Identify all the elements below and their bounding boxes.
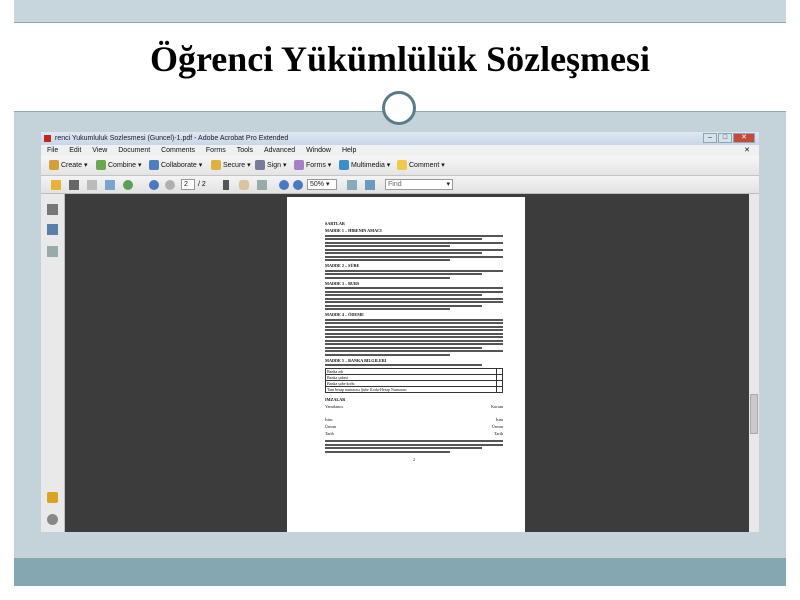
lock-icon xyxy=(211,160,221,171)
fit-width-icon[interactable] xyxy=(347,180,357,190)
acrobat-window: renci Yukumluluk Sozlesmesi (Guncel)-1.p… xyxy=(41,132,759,532)
create-icon xyxy=(49,160,59,171)
select-cursor-icon[interactable] xyxy=(223,180,229,190)
collaborate-button[interactable]: Collaborate ▾ xyxy=(149,160,202,172)
slide-top-bar xyxy=(14,0,786,22)
zoom-in-icon[interactable] xyxy=(293,180,303,190)
menu-advanced[interactable]: Advanced xyxy=(264,147,295,154)
navigation-panel xyxy=(41,194,65,532)
sign-button[interactable]: Sign ▾ xyxy=(255,160,286,172)
zoom-out-icon[interactable] xyxy=(279,180,289,190)
signatures-icon[interactable] xyxy=(47,246,58,257)
marquee-zoom-icon[interactable] xyxy=(257,180,267,190)
menu-window[interactable]: Window xyxy=(306,147,331,154)
menu-tools[interactable]: Tools xyxy=(237,147,253,154)
pages-icon[interactable] xyxy=(47,204,58,215)
combine-button[interactable]: Combine ▾ xyxy=(96,160,141,172)
bank-table: Banka adı Banka şubesi Banka şube kodu T… xyxy=(325,368,504,393)
comments-icon[interactable] xyxy=(47,492,58,503)
circle-ornament xyxy=(382,91,416,125)
next-page-icon[interactable] xyxy=(165,180,175,190)
tasks-toolbar: Create ▾ Combine ▾ Collaborate ▾ Secure … xyxy=(41,156,759,176)
sig-title-right: Ünvan xyxy=(491,424,503,429)
doc-madde-1: MADDE 1 – HIBENIN AMACI xyxy=(325,228,382,233)
multimedia-button[interactable]: Multimedia ▾ xyxy=(339,160,390,172)
navigation-toolbar: 2 / 2 50% ▾ Find ▾ xyxy=(41,176,759,194)
collaborate-icon xyxy=(149,160,159,171)
fit-page-icon[interactable] xyxy=(365,180,375,190)
find-input[interactable]: Find ▾ xyxy=(385,179,453,190)
combine-icon xyxy=(96,160,106,171)
pen-icon xyxy=(255,160,265,171)
bank-row: Tam hesap numarası Şube Kodu-Hesap Numar… xyxy=(325,386,497,393)
sig-date-left: Tarih xyxy=(325,431,334,436)
forms-icon xyxy=(294,160,304,171)
scroll-thumb[interactable] xyxy=(750,394,758,434)
window-titlebar: renci Yukumluluk Sozlesmesi (Guncel)-1.p… xyxy=(41,132,759,145)
open-folder-icon[interactable] xyxy=(51,180,61,190)
window-title: renci Yukumluluk Sozlesmesi (Guncel)-1.p… xyxy=(55,135,289,142)
close-button[interactable]: ✕ xyxy=(733,133,755,143)
doc-header: SARTLAR xyxy=(325,221,345,226)
doc-madde-4: MADDE 4 – ÖDEME xyxy=(325,312,364,317)
email-icon[interactable] xyxy=(105,180,115,190)
doc-madde-2: MADDE 2 – SÜRE xyxy=(325,263,360,268)
slide-title: Öğrenci Yükümlülük Sözleşmesi xyxy=(149,39,651,79)
previous-page-icon[interactable] xyxy=(149,180,159,190)
create-button[interactable]: Create ▾ xyxy=(49,160,87,172)
sig-left-label: Yararlanıcı xyxy=(325,404,344,409)
secure-button[interactable]: Secure ▾ xyxy=(211,160,251,172)
pdf-icon xyxy=(44,135,51,142)
vertical-scrollbar[interactable] xyxy=(749,194,759,532)
doc-madde-3: MADDE 3 – BURS xyxy=(325,280,360,286)
sig-right-label: Kurum xyxy=(491,404,503,409)
page-number-input[interactable]: 2 xyxy=(181,179,195,190)
sig-name-left: İsim xyxy=(325,417,333,422)
share-icon[interactable] xyxy=(123,180,133,190)
menu-document[interactable]: Document xyxy=(118,147,150,154)
minimize-button[interactable]: – xyxy=(703,133,717,143)
sig-date-right: Tarih xyxy=(494,431,503,436)
menu-edit[interactable]: Edit xyxy=(69,147,81,154)
hand-tool-icon[interactable] xyxy=(239,180,249,190)
zoom-select[interactable]: 50% ▾ xyxy=(307,179,337,190)
menu-bar: File Edit View Document Comments Forms T… xyxy=(41,145,759,156)
doc-madde-5: MADDE 5 – BANKA BILGILERI xyxy=(325,357,387,363)
close-document-icon[interactable]: ✕ xyxy=(744,145,750,156)
doc-page-number: 2 xyxy=(412,456,416,462)
print-icon[interactable] xyxy=(69,180,79,190)
window-controls: – □ ✕ xyxy=(703,133,755,143)
menu-help[interactable]: Help xyxy=(342,147,356,154)
menu-comments[interactable]: Comments xyxy=(161,147,195,154)
sig-title-left: Ünvan xyxy=(325,424,337,429)
attachment-icon[interactable] xyxy=(47,514,58,525)
menu-forms[interactable]: Forms xyxy=(206,147,226,154)
forms-button[interactable]: Forms ▾ xyxy=(294,160,331,172)
menu-file[interactable]: File xyxy=(47,147,58,154)
comment-button[interactable]: Comment ▾ xyxy=(397,160,445,172)
sig-name-right: İsim xyxy=(495,417,503,422)
save-icon[interactable] xyxy=(87,180,97,190)
comment-icon xyxy=(397,160,407,171)
bookmarks-icon[interactable] xyxy=(47,224,58,235)
slide-bottom-bar xyxy=(14,558,786,586)
doc-imzalar: IMZALAR xyxy=(325,397,346,402)
menu-view[interactable]: View xyxy=(92,147,107,154)
maximize-button[interactable]: □ xyxy=(718,133,732,143)
multimedia-icon xyxy=(339,160,349,171)
page-total: / 2 xyxy=(198,181,206,188)
pdf-page: SARTLAR MADDE 1 – HIBENIN AMACI MADDE 2 … xyxy=(287,197,525,532)
